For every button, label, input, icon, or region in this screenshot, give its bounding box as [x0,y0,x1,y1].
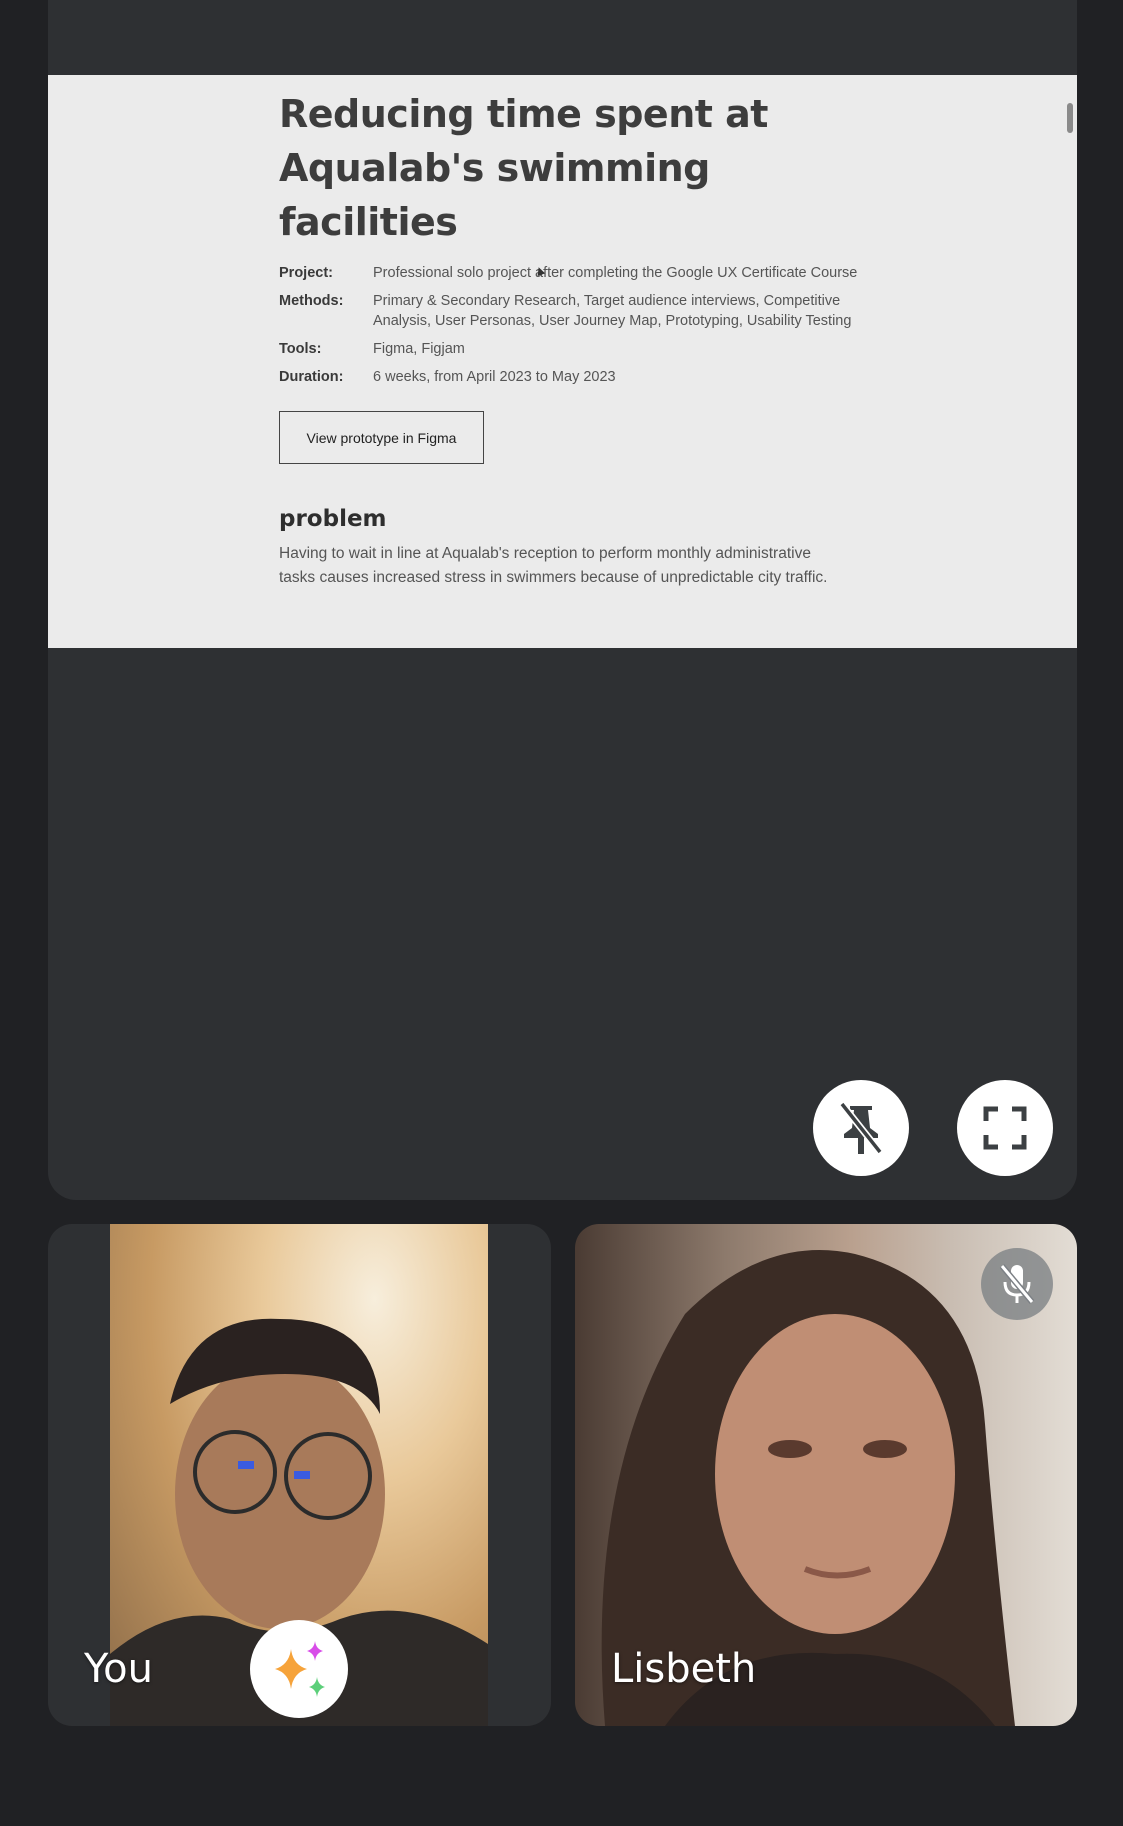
muted-indicator [981,1248,1053,1320]
meta-row-tools: Tools: Figma, Figjam [279,339,899,359]
participant-tile-lisbeth[interactable]: Lisbeth [575,1224,1077,1726]
meta-row-methods: Methods: Primary & Secondary Research, T… [279,291,899,331]
fullscreen-button[interactable] [957,1080,1053,1176]
self-video-tile[interactable]: You [48,1224,551,1726]
meta-row-project: Project: Professional solo project after… [279,263,899,283]
section-heading: problem [279,506,387,532]
fullscreen-icon [983,1106,1027,1150]
meta-value: Primary & Secondary Research, Target aud… [373,293,852,329]
meta-value: Figma, Figjam [373,341,465,357]
unpin-icon [839,1101,883,1155]
presentation-tile: Reducing time spent at Aqualab's swimmin… [48,0,1077,1200]
meta-key: Tools: [279,341,322,357]
meta-key: Duration: [279,369,344,385]
meta-key: Project: [279,265,333,281]
view-prototype-button: View prototype in Figma [279,411,484,464]
doc-meta: Project: Professional solo project after… [279,263,899,387]
mic-off-icon [999,1264,1035,1304]
section-body: Having to wait in line at Aqualab's rece… [279,545,828,586]
shared-scrollbar [1067,103,1073,133]
doc-title: Reducing time spent at Aqualab's swimmin… [279,92,768,244]
unpin-button[interactable] [813,1080,909,1176]
participant-name-self: You [84,1646,153,1692]
meta-key: Methods: [279,293,344,309]
meta-value: Professional solo project after completi… [373,265,858,281]
participant-name-lisbeth: Lisbeth [611,1646,757,1692]
shared-document: Reducing time spent at Aqualab's swimmin… [279,87,899,590]
shared-screen: Reducing time spent at Aqualab's swimmin… [48,75,1077,648]
meta-row-duration: Duration: 6 weeks, from April 2023 to Ma… [279,367,899,387]
meta-value: 6 weeks, from April 2023 to May 2023 [373,369,616,385]
sparkle-effects-icon [275,1641,325,1697]
effects-button[interactable] [250,1620,348,1718]
